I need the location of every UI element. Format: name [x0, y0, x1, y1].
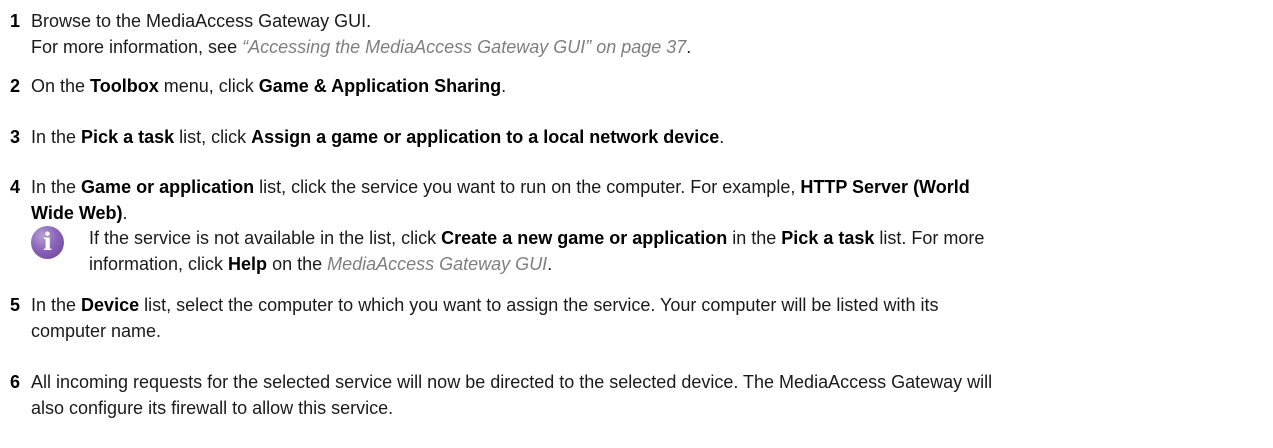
text: . [719, 127, 725, 147]
note-line: information, click Help on the MediaAcce… [89, 251, 1265, 277]
note-line: If the service is not available in the l… [89, 225, 1265, 251]
task-name: Assign a game or application to a local … [251, 127, 720, 147]
step-line: For more information, see “Accessing the… [31, 34, 1265, 60]
step-line: computer name. [31, 318, 1265, 344]
text: In the [31, 177, 82, 197]
text: . [547, 254, 553, 274]
text: in the [727, 228, 782, 248]
text: also configure its firewall to allow thi… [31, 398, 394, 418]
step-line: also configure its firewall to allow thi… [31, 395, 1265, 421]
text: For more information, see [31, 37, 243, 57]
list-name: Pick a task [781, 228, 875, 248]
text: on the [267, 254, 328, 274]
info-icon-glyph: i [42, 227, 53, 256]
service-name: HTTP Server (World [800, 177, 970, 197]
gui-reference: MediaAccess Gateway GUI [327, 254, 548, 274]
step-line: In the Game or application list, click t… [31, 174, 1265, 200]
text: Browse to the MediaAccess Gateway GUI. [31, 11, 372, 31]
step-text: All incoming requests for the selected s… [31, 369, 1265, 421]
text: . [122, 203, 128, 223]
text: menu, click [158, 76, 259, 96]
list-name: Device [81, 295, 140, 315]
service-name: Wide Web) [31, 203, 123, 223]
menu-item-name: Game & Application Sharing [258, 76, 502, 96]
step-line: All incoming requests for the selected s… [31, 369, 1265, 395]
step-text: In the Pick a task list, click Assign a … [31, 124, 1265, 150]
text: On the [31, 76, 91, 96]
text: computer name. [31, 321, 162, 341]
help-label: Help [228, 254, 268, 274]
text: list, click the service you want to run … [254, 177, 801, 197]
step-number: 3 [10, 127, 21, 147]
step-number: 6 [10, 372, 21, 392]
text: . [686, 37, 692, 57]
text: In the [31, 295, 82, 315]
list-name: Game or application [81, 177, 255, 197]
text: list, select the computer to which you w… [139, 295, 939, 315]
text: If the service is not available in the l… [89, 228, 442, 248]
step-line: On the Toolbox menu, click Game & Applic… [31, 73, 1265, 99]
text: list. For more [874, 228, 985, 248]
list-name: Pick a task [81, 127, 175, 147]
task-name: Create a new game or application [441, 228, 728, 248]
step-text: In the Game or application list, click t… [31, 174, 1265, 226]
text: information, click [89, 254, 229, 274]
step-number: 5 [10, 295, 21, 315]
step-line: Browse to the MediaAccess Gateway GUI. [31, 8, 1265, 34]
step-line: Wide Web). [31, 200, 1265, 226]
step-number: 1 [10, 11, 21, 31]
text: All incoming requests for the selected s… [31, 372, 993, 392]
step-number: 2 [10, 76, 21, 96]
cross-reference-link[interactable]: “Accessing the MediaAccess Gateway GUI” … [242, 37, 686, 57]
step-line: In the Pick a task list, click Assign a … [31, 124, 1265, 150]
step-text: In the Device list, select the computer … [31, 292, 1265, 344]
text: In the [31, 127, 82, 147]
note-text: If the service is not available in the l… [89, 225, 1265, 277]
text: list, click [174, 127, 252, 147]
step-text: On the Toolbox menu, click Game & Applic… [31, 73, 1265, 99]
step-line: In the Device list, select the computer … [31, 292, 1265, 318]
menu-name: Toolbox [90, 76, 159, 96]
procedure-document: 1 Browse to the MediaAccess Gateway GUI.… [0, 0, 1273, 448]
step-text: Browse to the MediaAccess Gateway GUI. F… [31, 8, 1265, 60]
step-number: 4 [10, 177, 21, 197]
text: . [501, 76, 507, 96]
